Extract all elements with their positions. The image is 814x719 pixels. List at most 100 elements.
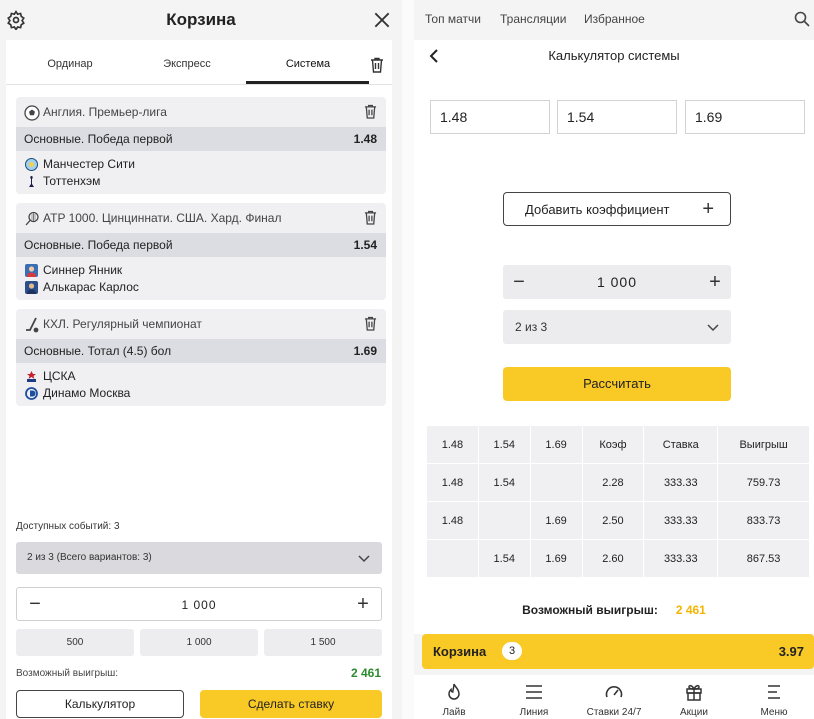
stake-input[interactable]: 1 000: [503, 274, 731, 290]
screen: Корзина Ординар Экспресс Система Англия.: [0, 0, 814, 719]
bet-slip-count-badge: 3: [502, 642, 522, 660]
coefficient: 1.48: [353, 132, 377, 146]
close-icon[interactable]: [372, 10, 392, 30]
tab-express[interactable]: Экспресс: [149, 58, 225, 70]
gift-icon: [686, 684, 702, 701]
player-avatar-icon: [25, 264, 38, 277]
league-name: КХЛ. Регулярный чемпионат: [43, 317, 202, 331]
quick-stake-button[interactable]: 1 500: [264, 629, 382, 656]
bottom-nav-live[interactable]: Лайв: [414, 675, 494, 719]
market-name: Основные. Победа первой: [24, 132, 173, 146]
table-row: 1.54 1.69 2.60 333.33 867.53: [426, 539, 810, 578]
system-select-value: 2 из 3 (Всего вариантов: 3): [27, 552, 152, 563]
event-card: Англия. Премьер-лига Основные. Победа пе…: [16, 97, 386, 194]
table-cell: 1.69: [529, 501, 583, 540]
bottom-nav-bets-247[interactable]: Ставки 24/7: [574, 675, 654, 719]
stake-input[interactable]: 1 000: [17, 598, 381, 612]
page-title: Калькулятор системы: [548, 48, 680, 63]
nav-top-matches[interactable]: Топ матчи: [425, 12, 481, 26]
coefficient-input[interactable]: 1.54: [557, 100, 677, 134]
calculate-button[interactable]: Рассчитать: [503, 367, 731, 401]
bottom-nav-promos[interactable]: Акции: [654, 675, 734, 719]
table-cell: 2.28: [581, 463, 645, 502]
table-cell: 1.54: [477, 463, 531, 502]
coefficient-input[interactable]: 1.69: [685, 100, 805, 134]
quick-stake-button[interactable]: 1 000: [140, 629, 258, 656]
possible-win-value: 2 461: [350, 666, 381, 680]
system-select[interactable]: 2 из 3 (Всего вариантов: 3): [16, 542, 382, 574]
bet-slip-total-coef: 3.97: [778, 644, 804, 659]
table-header: 1.69: [529, 425, 583, 464]
place-bet-button[interactable]: Сделать ставку: [200, 690, 382, 718]
events-list: Англия. Премьер-лига Основные. Победа пе…: [6, 85, 392, 509]
increase-stake-button[interactable]: +: [705, 272, 725, 292]
coefficient: 1.69: [353, 344, 377, 358]
market-row: Основные. Тотал (4.5) бол 1.69: [16, 339, 386, 363]
table-header: 1.54: [477, 425, 531, 464]
player-avatar-icon: [25, 281, 38, 294]
bottom-nav-label: Акции: [680, 707, 708, 718]
bet-slip-panel: Корзина Ординар Экспресс Система Англия.: [0, 0, 402, 719]
trash-icon[interactable]: [364, 316, 377, 331]
soccer-ball-icon: [24, 105, 40, 121]
table-header-row: 1.48 1.54 1.69 Коэф Ставка Выигрыш: [426, 425, 810, 464]
table-cell: 333.33: [643, 501, 719, 540]
increase-stake-button[interactable]: +: [353, 594, 373, 614]
table-cell: 833.73: [717, 501, 810, 540]
top-nav: Топ матчи Трансляции Избранное: [414, 0, 814, 40]
event-card: КХЛ. Регулярный чемпионат Основные. Тота…: [16, 309, 386, 406]
panel-gap: [402, 0, 414, 719]
coefficient-input[interactable]: 1.48: [430, 100, 550, 134]
possible-win-label: Возможный выигрыш:: [16, 668, 119, 679]
nav-favorites[interactable]: Избранное: [584, 12, 645, 26]
player-name: Алькарас Карлос: [43, 280, 139, 294]
table-cell: 333.33: [643, 539, 719, 578]
table-cell: 2.50: [581, 501, 645, 540]
possible-win-label: Возможный выигрыш:: [522, 603, 658, 617]
table-header: Коэф: [581, 425, 645, 464]
system-select[interactable]: 2 из 3: [503, 310, 731, 344]
tab-system[interactable]: Система: [256, 58, 360, 70]
quick-stake-button[interactable]: 500: [16, 629, 134, 656]
system-results-table: 1.48 1.54 1.69 Коэф Ставка Выигрыш 1.48 …: [426, 425, 810, 578]
list-icon: [526, 685, 542, 699]
nav-broadcasts[interactable]: Трансляции: [500, 12, 566, 26]
system-select-value: 2 из 3: [515, 320, 548, 334]
calculator-button[interactable]: Калькулятор: [16, 690, 184, 718]
bet-type-tabs: Ординар Экспресс Система: [6, 40, 392, 84]
trash-icon[interactable]: [370, 57, 384, 73]
page-title: Корзина: [166, 10, 236, 29]
bet-slip-bar[interactable]: Корзина 3 3.97: [422, 634, 814, 669]
market-row: Основные. Победа первой 1.54: [16, 233, 386, 257]
speedometer-icon: [605, 686, 623, 698]
table-cell: 1.69: [529, 539, 583, 578]
tab-single[interactable]: Ординар: [32, 58, 108, 70]
bottom-nav-menu[interactable]: Меню: [734, 675, 814, 719]
menu-icon: [768, 685, 780, 699]
bet-slip-footer: Доступных событий: 3 2 из 3 (Всего вариа…: [6, 509, 392, 719]
team-name: Динамо Москва: [43, 386, 131, 400]
add-coefficient-button[interactable]: Добавить коэффициент +: [503, 192, 731, 226]
stake-stepper: − 1 000 +: [16, 587, 382, 621]
table-cell: [426, 539, 479, 578]
market-name: Основные. Тотал (4.5) бол: [24, 344, 172, 358]
team-crest-icon: [29, 176, 34, 187]
system-calculator-panel: Топ матчи Трансляции Избранное Калькулят…: [414, 0, 814, 719]
table-header: Выигрыш: [717, 425, 810, 464]
table-cell: 333.33: [643, 463, 719, 502]
table-header: 1.48: [426, 425, 479, 464]
chevron-down-icon: [358, 555, 370, 563]
trash-icon[interactable]: [364, 210, 377, 225]
hockey-stick-icon: [26, 317, 39, 333]
table-cell: 759.73: [717, 463, 810, 502]
bottom-nav-line[interactable]: Линия: [494, 675, 574, 719]
table-cell: [529, 463, 583, 502]
search-icon[interactable]: [794, 11, 810, 27]
calculator-body: Калькулятор системы 1.48 1.54 1.69 Добав…: [414, 40, 814, 634]
event-card: ATP 1000. Цинциннати. США. Хард. Финал О…: [16, 203, 386, 300]
bet-slip-header: Корзина: [0, 0, 402, 40]
trash-icon[interactable]: [364, 104, 377, 119]
team-crest-icon: [25, 387, 38, 400]
table-cell: 2.60: [581, 539, 645, 578]
stake-stepper: − 1 000 +: [503, 265, 731, 299]
